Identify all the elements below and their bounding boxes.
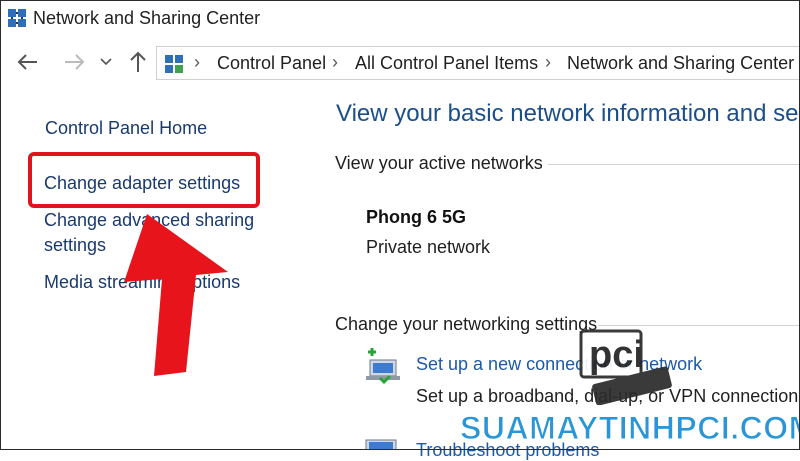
highlight-box (28, 152, 260, 208)
sidebar-item-media-streaming[interactable]: Media streaming options (44, 270, 240, 295)
control-panel-location-icon (165, 55, 183, 73)
network-name: Phong 6 5G (366, 207, 467, 227)
breadcrumb-network-center[interactable]: Network and Sharing Center (567, 53, 794, 74)
breadcrumb-separator-icon: › (545, 52, 551, 72)
network-center-icon (8, 9, 26, 27)
page-heading: View your basic network information and … (336, 100, 799, 127)
sidebar-item-advanced-sharing[interactable]: Change advanced sharing settings (44, 208, 254, 258)
pci-logo: pci (579, 329, 672, 405)
svg-text:pci: pci (589, 334, 644, 376)
up-arrow-icon (130, 51, 146, 72)
address-bar[interactable]: › Control Panel › All Control Panel Item… (156, 46, 800, 80)
breadcrumb-control-panel[interactable]: Control Panel (217, 53, 326, 74)
sidebar-item-label-line2: settings (44, 235, 107, 255)
new-connection-icon (366, 348, 400, 385)
breadcrumb-separator-icon: › (332, 52, 338, 72)
breadcrumb-all-items[interactable]: All Control Panel Items (355, 53, 538, 74)
chevron-down-icon (100, 58, 112, 66)
forward-button[interactable] (60, 48, 88, 76)
active-networks-label: View your active networks (335, 153, 543, 173)
title-bar: Network and Sharing Center (0, 0, 800, 36)
sidebar-item-control-panel-home[interactable]: Control Panel Home (45, 116, 207, 141)
network-type: Private network (366, 237, 491, 257)
breadcrumb-separator-icon: › (194, 52, 200, 72)
section-divider (548, 164, 800, 165)
navigation-bar: › Control Panel › All Control Panel Item… (0, 40, 800, 86)
sidebar-item-label: Change advanced sharing (44, 210, 255, 230)
back-arrow-icon (17, 54, 37, 70)
recent-locations-button[interactable] (94, 48, 118, 76)
change-settings-label: Change your networking settings (335, 314, 598, 334)
forward-arrow-icon (65, 54, 85, 70)
troubleshoot-icon (365, 439, 397, 450)
up-button[interactable] (124, 48, 152, 76)
watermark-text: SUAMAYTINHPCI.COM (460, 410, 800, 447)
back-button[interactable] (14, 48, 42, 76)
window-title: Network and Sharing Center (33, 8, 261, 28)
